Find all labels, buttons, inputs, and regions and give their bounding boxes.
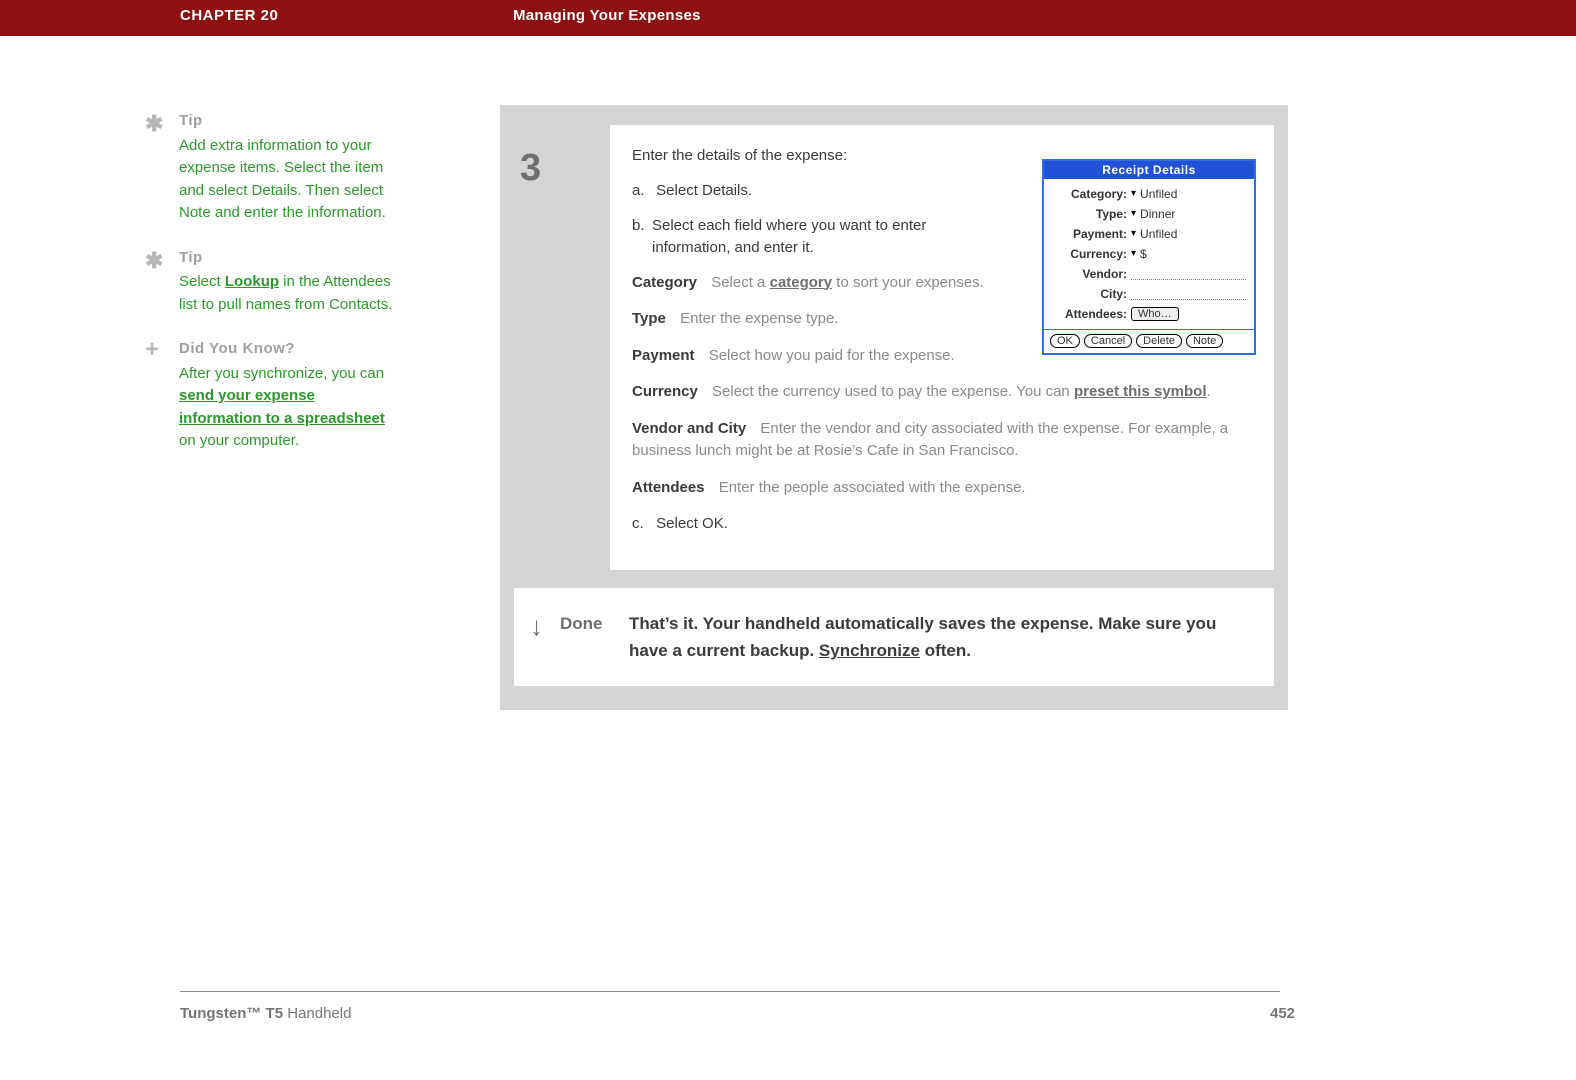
ok-button[interactable]: OK (1050, 334, 1080, 348)
label: Type: (1052, 207, 1127, 221)
vendor-input[interactable] (1131, 268, 1246, 280)
step-sublist-c: c. Select OK. (632, 513, 1252, 536)
text: After you synchronize, you can (179, 365, 384, 382)
field-name: Category (632, 274, 697, 291)
done-box: ↓ Done That’s it. Your handheld automati… (514, 588, 1274, 686)
product-bold: Tungsten™ T5 (180, 1005, 283, 1022)
footer-product: Tungsten™ T5 Handheld (180, 1005, 351, 1022)
preset-symbol-link[interactable]: preset this symbol (1074, 383, 1207, 400)
field-vendor-city: Vendor and City Enter the vendor and cit… (632, 418, 1252, 463)
field-currency: Currency Select the currency used to pay… (632, 381, 1252, 404)
note-button[interactable]: Note (1186, 334, 1223, 348)
text: Enter the expense type. (680, 310, 838, 327)
page: CHAPTER 20 Managing Your Expenses ✱ Tip … (0, 0, 1308, 1080)
row-category: Category: ▾ Unfiled (1052, 185, 1246, 202)
asterisk-icon: ✱ (145, 244, 163, 277)
label: City: (1052, 287, 1127, 301)
step-box: 3 Enter the details of the expense: a. S… (610, 125, 1274, 570)
dropdown-icon[interactable]: ▾ (1131, 228, 1136, 239)
label-c: c. (632, 513, 652, 536)
tip-body: Select Lookup in the Attendees list to p… (179, 271, 395, 316)
row-payment: Payment: ▾ Unfiled (1052, 225, 1246, 242)
receipt-details-dialog: Receipt Details Category: ▾ Unfiled Type… (1042, 159, 1256, 355)
text: often. (920, 641, 971, 660)
cancel-button[interactable]: Cancel (1084, 334, 1132, 348)
did-you-know: + Did You Know? After you synchronize, y… (145, 338, 395, 453)
field-name: Attendees (632, 479, 705, 496)
row-attendees: Attendees: Who… (1052, 305, 1246, 322)
text: Enter the people associated with the exp… (719, 479, 1026, 496)
tip-1: ✱ Tip Add extra information to your expe… (145, 110, 395, 225)
footer-page-number: 452 (1270, 1005, 1295, 1022)
done-text: That’s it. Your handheld automatically s… (629, 614, 1216, 660)
product-rest: Handheld (283, 1005, 351, 1022)
substep-c: c. Select OK. (632, 513, 1252, 536)
done-label: Done (560, 610, 603, 637)
asterisk-icon: ✱ (145, 107, 163, 140)
footer-divider (180, 991, 1280, 992)
row-city: City: (1052, 285, 1246, 302)
dialog-title: Receipt Details (1044, 161, 1254, 179)
label: Payment: (1052, 227, 1127, 241)
main-panel: 3 Enter the details of the expense: a. S… (500, 105, 1288, 710)
label-a: a. (632, 180, 652, 203)
city-input[interactable] (1131, 288, 1246, 300)
field-name: Currency (632, 383, 698, 400)
header-bar: CHAPTER 20 Managing Your Expenses (0, 0, 1576, 36)
tip-heading: Tip (179, 247, 395, 270)
label: Currency: (1052, 247, 1127, 261)
dyk-heading: Did You Know? (179, 338, 395, 361)
label-b: b. (632, 215, 652, 238)
text: Select a (711, 274, 769, 291)
chapter-label: CHAPTER 20 (180, 7, 278, 24)
field-name: Vendor and City (632, 420, 746, 437)
text: to sort your expenses. (832, 274, 984, 291)
dropdown-icon[interactable]: ▾ (1131, 208, 1136, 219)
field-attendees: Attendees Enter the people associated wi… (632, 477, 1252, 500)
chapter-title: Managing Your Expenses (513, 7, 701, 24)
who-button[interactable]: Who… (1131, 307, 1179, 321)
arrow-down-icon: ↓ (530, 606, 543, 648)
sidebar: ✱ Tip Add extra information to your expe… (145, 110, 395, 475)
dropdown-icon[interactable]: ▾ (1131, 248, 1136, 259)
field-name: Payment (632, 347, 695, 364)
text: Select the currency used to pay the expe… (712, 383, 1074, 400)
value[interactable]: $ (1140, 247, 1147, 261)
text: Select how you paid for the expense. (709, 347, 955, 364)
label: Category: (1052, 187, 1127, 201)
text: Select each field where you want to ente… (652, 215, 972, 260)
tip-heading: Tip (179, 110, 395, 133)
tip-2: ✱ Tip Select Lookup in the Attendees lis… (145, 247, 395, 317)
field-name: Type (632, 310, 666, 327)
synchronize-link[interactable]: Synchronize (819, 641, 920, 660)
text: Select OK. (656, 515, 728, 532)
dyk-body: After you synchronize, you can send your… (179, 363, 395, 453)
text: Select (179, 273, 225, 290)
tip-body: Add extra information to your expense it… (179, 135, 395, 225)
value[interactable]: Dinner (1140, 207, 1175, 221)
text: on your computer. (179, 432, 299, 449)
row-type: Type: ▾ Dinner (1052, 205, 1246, 222)
text: . (1207, 383, 1211, 400)
dialog-form: Category: ▾ Unfiled Type: ▾ Dinner Payme… (1044, 179, 1254, 329)
value[interactable]: Unfiled (1140, 227, 1177, 241)
dropdown-icon[interactable]: ▾ (1131, 188, 1136, 199)
row-currency: Currency: ▾ $ (1052, 245, 1246, 262)
value[interactable]: Unfiled (1140, 187, 1177, 201)
dialog-buttons: OK Cancel Delete Note (1044, 329, 1254, 353)
lookup-link[interactable]: Lookup (225, 273, 279, 290)
step-number: 3 (520, 147, 541, 190)
delete-button[interactable]: Delete (1136, 334, 1182, 348)
category-link[interactable]: category (770, 274, 833, 291)
text: Select Details. (656, 182, 752, 199)
plus-icon: + (145, 332, 159, 368)
label: Attendees: (1052, 307, 1127, 321)
spreadsheet-link[interactable]: send your expense information to a sprea… (179, 387, 385, 427)
label: Vendor: (1052, 267, 1127, 281)
row-vendor: Vendor: (1052, 265, 1246, 282)
